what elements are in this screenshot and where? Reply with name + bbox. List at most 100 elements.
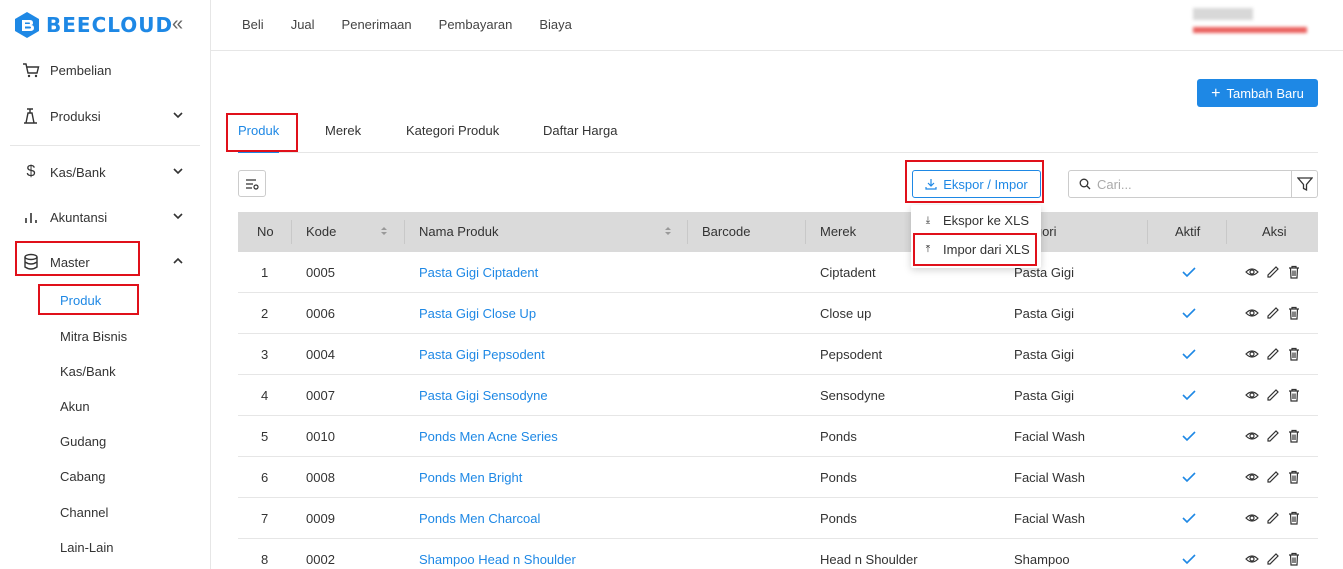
- cell-merek: Ponds: [820, 470, 857, 485]
- edit-icon[interactable]: [1266, 388, 1280, 402]
- top-bar: Beli Jual Penerimaan Pembayaran Biaya: [211, 0, 1343, 51]
- logo[interactable]: BEECLOUD: [14, 10, 173, 40]
- edit-icon[interactable]: [1266, 511, 1280, 525]
- cell-no: 7: [261, 511, 269, 526]
- view-icon[interactable]: [1245, 470, 1259, 484]
- cell-nama-produk[interactable]: Ponds Men Acne Series: [419, 429, 558, 444]
- search-input[interactable]: [1097, 176, 1277, 192]
- cell-nama-produk[interactable]: Pasta Gigi Ciptadent: [419, 265, 538, 280]
- sidebar-item-master[interactable]: Master: [0, 242, 210, 282]
- column-settings-button[interactable]: [238, 170, 266, 197]
- sort-icon[interactable]: [664, 225, 672, 237]
- sidebar-item-label: Produksi: [50, 108, 101, 124]
- delete-icon[interactable]: [1287, 552, 1301, 566]
- delete-icon[interactable]: [1287, 306, 1301, 320]
- cell-no: 1: [261, 265, 269, 280]
- export-xls-option[interactable]: ⤓ Ekspor ke XLS: [911, 206, 1041, 234]
- sidebar-subitem-cabang[interactable]: Cabang: [60, 468, 106, 486]
- view-icon[interactable]: [1245, 306, 1259, 320]
- col-separator: [1226, 220, 1227, 244]
- cell-nama-produk[interactable]: Ponds Men Bright: [419, 470, 522, 485]
- edit-icon[interactable]: [1266, 429, 1280, 443]
- delete-icon[interactable]: [1287, 265, 1301, 279]
- cell-nama-produk[interactable]: Pasta Gigi Close Up: [419, 306, 536, 321]
- sidebar-subitem-channel[interactable]: Channel: [60, 504, 108, 522]
- bar-chart-icon: [25, 213, 37, 223]
- import-xls-option[interactable]: ⤒ Impor dari XLS: [911, 235, 1041, 263]
- sidebar-item-kasbank[interactable]: $ Kas/Bank: [0, 152, 210, 192]
- view-icon[interactable]: [1245, 347, 1259, 361]
- cell-nama-produk[interactable]: Ponds Men Charcoal: [419, 511, 540, 526]
- add-new-label: Tambah Baru: [1226, 85, 1304, 101]
- table-header: No Kode Nama Produk Barcode Merek tegori…: [238, 212, 1318, 252]
- edit-icon[interactable]: [1266, 265, 1280, 279]
- cell-kode: 0009: [306, 511, 335, 526]
- table-row: 3 0004 Pasta Gigi Pepsodent Pepsodent Pasta …: [238, 334, 1318, 375]
- view-icon[interactable]: [1245, 388, 1259, 402]
- check-icon: [1182, 267, 1196, 278]
- sort-icon[interactable]: [380, 225, 388, 237]
- edit-icon[interactable]: [1266, 306, 1280, 320]
- tab-merek[interactable]: Merek: [325, 123, 361, 138]
- cell-nama-produk[interactable]: Pasta Gigi Sensodyne: [419, 388, 548, 403]
- col-separator: [687, 220, 688, 244]
- download-icon: ⤓: [925, 214, 931, 226]
- collapse-sidebar-icon[interactable]: «: [172, 14, 183, 34]
- sidebar-item-akuntansi[interactable]: Akuntansi: [0, 197, 210, 237]
- filter-button[interactable]: [1292, 170, 1318, 198]
- delete-icon[interactable]: [1287, 511, 1301, 525]
- sidebar-item-produksi[interactable]: Produksi: [0, 96, 210, 136]
- tab-kategori-produk[interactable]: Kategori Produk: [406, 123, 499, 138]
- col-header-kode[interactable]: Kode: [306, 224, 336, 239]
- view-icon[interactable]: [1245, 552, 1259, 566]
- sidebar-subitem-gudang[interactable]: Gudang: [60, 433, 106, 451]
- delete-icon[interactable]: [1287, 388, 1301, 402]
- sidebar-subitem-lain-lain[interactable]: Lain-Lain: [60, 539, 114, 557]
- export-import-button[interactable]: Ekspor / Impor: [912, 170, 1041, 198]
- cell-merek: Sensodyne: [820, 388, 886, 403]
- topnav-biaya[interactable]: Biaya: [539, 17, 572, 32]
- view-icon[interactable]: [1245, 511, 1259, 525]
- topnav-pembayaran[interactable]: Pembayaran: [439, 17, 513, 32]
- col-header-nama-produk[interactable]: Nama Produk: [419, 224, 498, 239]
- cell-merek: Pepsodent: [820, 347, 883, 362]
- export-import-label: Ekspor / Impor: [943, 176, 1028, 192]
- tab-produk[interactable]: Produk: [238, 123, 279, 138]
- table-row: 7 0009 Ponds Men Charcoal Ponds Facial Wash: [238, 498, 1318, 539]
- delete-icon[interactable]: [1287, 347, 1301, 361]
- chevron-down-icon: [173, 112, 183, 119]
- cell-kode: 0006: [306, 306, 335, 321]
- topnav-beli[interactable]: Beli: [242, 17, 264, 32]
- delete-icon[interactable]: [1287, 470, 1301, 484]
- topnav-jual[interactable]: Jual: [291, 17, 315, 32]
- sidebar-subitem-produk[interactable]: Produk: [60, 292, 101, 310]
- sidebar-item-pembelian[interactable]: Pembelian: [0, 50, 210, 90]
- col-header-aktif: Aktif: [1175, 224, 1201, 239]
- cell-nama-produk[interactable]: Shampoo Head n Shoulder: [419, 552, 576, 567]
- tab-daftar-harga[interactable]: Daftar Harga: [543, 123, 617, 138]
- sidebar-subitem-kasbank[interactable]: Kas/Bank: [60, 363, 116, 381]
- edit-icon[interactable]: [1266, 552, 1280, 566]
- import-xls-label: Impor dari XLS: [943, 241, 1030, 257]
- view-icon[interactable]: [1245, 265, 1259, 279]
- col-header-aksi: Aksi: [1262, 224, 1287, 239]
- cell-no: 2: [261, 306, 269, 321]
- sidebar-subitem-mitra-bisnis[interactable]: Mitra Bisnis: [60, 328, 127, 346]
- column-settings-icon: [246, 178, 259, 190]
- cell-kode: 0008: [306, 470, 335, 485]
- add-new-button[interactable]: + Tambah Baru: [1197, 79, 1318, 107]
- user-menu[interactable]: [1193, 8, 1307, 33]
- topnav-penerimaan[interactable]: Penerimaan: [342, 17, 412, 32]
- cart-icon: [23, 63, 40, 78]
- cell-kode: 0002: [306, 552, 335, 567]
- edit-icon[interactable]: [1266, 470, 1280, 484]
- view-icon[interactable]: [1245, 429, 1259, 443]
- cell-kategori: Pasta Gigi: [1014, 347, 1074, 362]
- export-xls-label: Ekspor ke XLS: [943, 212, 1029, 228]
- cell-kode: 0005: [306, 265, 335, 280]
- cell-nama-produk[interactable]: Pasta Gigi Pepsodent: [419, 347, 545, 362]
- delete-icon[interactable]: [1287, 429, 1301, 443]
- sidebar-subitem-akun[interactable]: Akun: [60, 398, 90, 416]
- cell-no: 6: [261, 470, 269, 485]
- edit-icon[interactable]: [1266, 347, 1280, 361]
